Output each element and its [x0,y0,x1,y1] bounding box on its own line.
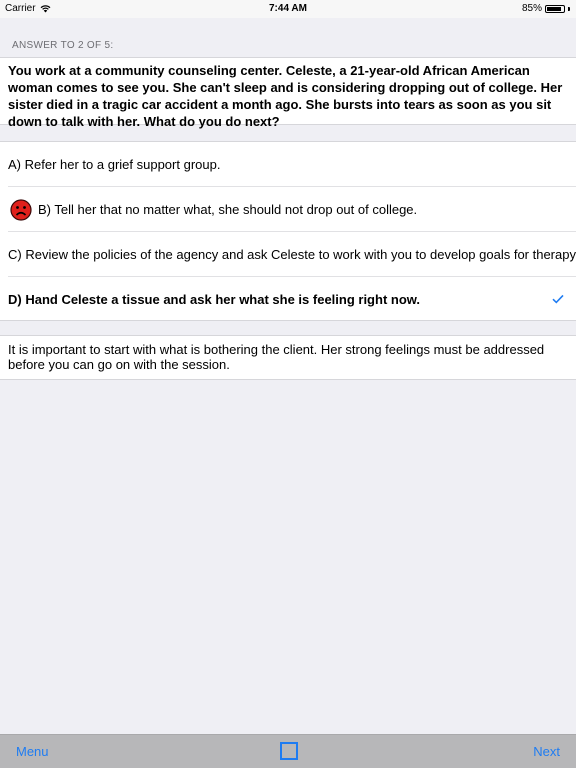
battery-tip [568,6,570,11]
sad-face-icon [10,198,32,221]
answer-option-a[interactable]: A) Refer her to a grief support group. [0,142,576,187]
answer-label: C) Review the policies of the agency and… [8,247,576,262]
answer-label: A) Refer her to a grief support group. [8,157,221,172]
answer-option-c[interactable]: C) Review the policies of the agency and… [0,232,576,277]
explanation-text: It is important to start with what is bo… [8,342,545,372]
checkmark-icon [552,294,564,304]
clock: 7:44 AM [269,3,307,14]
battery-percent: 85% [521,3,542,14]
question-card: You work at a community counseling cente… [0,57,576,129]
status-bar: Carrier 7:44 AM 85% [0,0,576,18]
answer-list: A) Refer her to a grief support group. B… [0,141,576,321]
bottom-toolbar: Menu Next [0,734,576,768]
question-text: You work at a community counseling cente… [8,63,563,129]
battery-status: 85% [522,3,570,14]
answer-option-d[interactable]: D) Hand Celeste a tissue and ask her wha… [0,277,576,322]
battery-fill [547,6,561,11]
answer-label: D) Hand Celeste a tissue and ask her wha… [8,292,421,307]
square-icon[interactable] [280,742,298,760]
answer-option-b[interactable]: B) Tell her that no matter what, she sho… [0,187,576,232]
answer-label: B) Tell her that no matter what, she sho… [38,202,418,217]
battery-icon [545,4,565,13]
next-button[interactable]: Next [533,744,560,759]
explanation-card: It is important to start with what is bo… [0,335,576,380]
menu-button[interactable]: Menu [16,744,49,759]
section-header: ANSWER TO 2 OF 5: [12,40,114,51]
